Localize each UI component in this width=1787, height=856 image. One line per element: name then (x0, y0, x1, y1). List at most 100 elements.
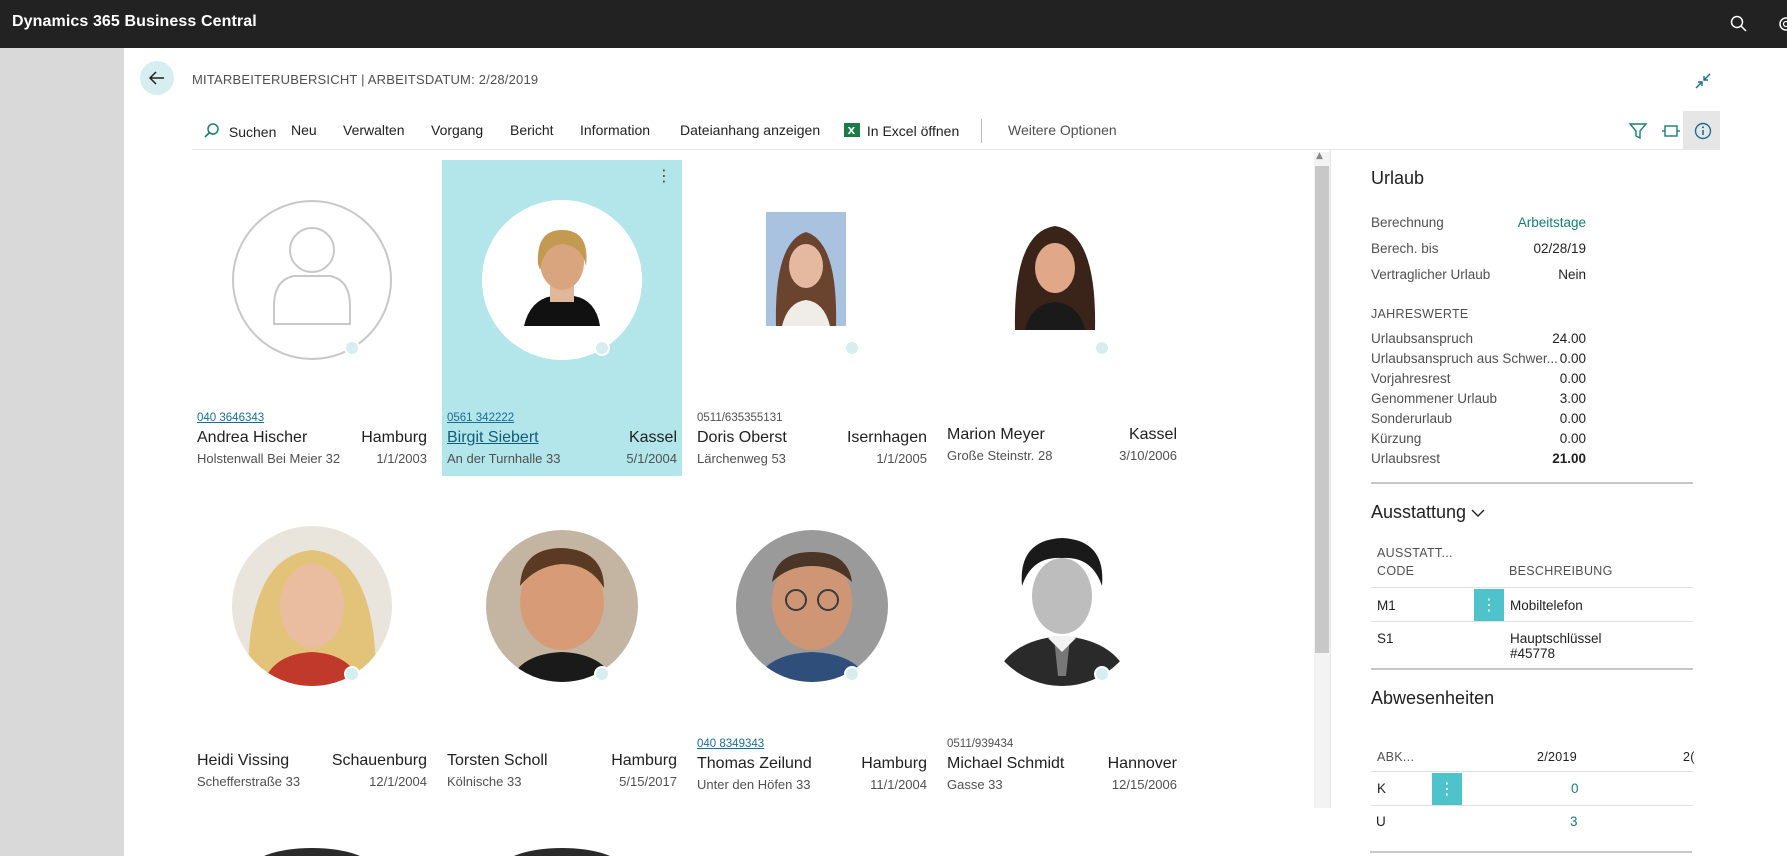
equipment-desc-header[interactable]: BESCHREIBUNG (1509, 562, 1613, 580)
report-action[interactable]: Bericht (510, 122, 554, 138)
avatar (482, 200, 642, 360)
contract-vacation-label: Vertraglicher Urlaub (1371, 267, 1491, 282)
employee-address: Holstenwall Bei Meier 32 (197, 451, 341, 466)
collapse-icon[interactable] (1692, 70, 1714, 92)
calculation-label: Berechnung (1371, 215, 1444, 230)
scrollbar-thumb[interactable] (1315, 166, 1329, 653)
attachments-action[interactable]: Dateianhang anzeigen (680, 122, 820, 138)
row-actions-icon[interactable]: ⋮ (1474, 589, 1504, 621)
information-action[interactable]: Information (580, 122, 650, 138)
employee-card[interactable]: 0511/635355131 Doris Oberst Isernhagen L… (692, 160, 932, 476)
equipment-code-header[interactable]: AUSSTATT... CODE (1377, 544, 1453, 580)
filter-icon[interactable] (1627, 120, 1649, 142)
remaining-value: 21.00 (1552, 451, 1586, 466)
employee-card[interactable]: 0511/939434 Michael Schmidt Hannover Gas… (942, 486, 1182, 802)
app-header-bar: Dynamics 365 Business Central (0, 0, 1787, 48)
layout-icon[interactable] (1660, 120, 1682, 142)
employee-photo (502, 848, 622, 856)
scroll-up-icon[interactable]: ▲ (1316, 151, 1323, 161)
employee-date: 5/1/2004 (626, 451, 677, 466)
employee-card[interactable]: 040 8349343 Thomas Zeilund Hamburg Unter… (692, 486, 932, 802)
vacation-title[interactable]: Urlaub (1371, 168, 1424, 189)
avatar (982, 526, 1142, 686)
employee-phone[interactable]: 0561 342222 (447, 412, 514, 424)
row-actions-icon[interactable]: ⋮ (1432, 773, 1462, 805)
absences-title[interactable]: Abwesenheiten (1371, 688, 1494, 709)
special-leave-label: Sonderurlaub (1371, 411, 1453, 426)
more-options-action[interactable]: Weitere Optionen (1008, 122, 1117, 138)
equipment-code-cell[interactable]: S1 (1377, 631, 1394, 646)
employee-name[interactable]: Birgit Siebert (447, 429, 539, 447)
employee-date: 12/1/2004 (369, 774, 427, 789)
factbox-pane: Urlaub Berechnung Arbeitstage Berech. bi… (1330, 150, 1694, 808)
table-row-line (1371, 805, 1693, 806)
absence-month-header[interactable]: 2/2019 (1537, 748, 1577, 766)
employee-card[interactable]: Torsten Scholl Hamburg Kölnische 33 5/15… (442, 486, 682, 802)
table-header-line (1371, 771, 1693, 772)
employee-card-selected[interactable]: ⋮ 0561 342222 Birgit Siebert Kassel An d… (442, 160, 682, 476)
employee-card[interactable] (692, 812, 932, 856)
employee-city: Hamburg (611, 752, 677, 769)
remaining-label: Urlaubsrest (1371, 451, 1441, 466)
search-icon (204, 123, 219, 138)
absence-abbr-cell[interactable]: U (1376, 814, 1386, 829)
action-separator (981, 119, 982, 143)
page-title: MITARBEITERUBERSICHT | ARBEITSDATUM: 2/2… (192, 72, 539, 87)
equipment-code-cell[interactable]: M1 (1377, 598, 1396, 613)
new-action[interactable]: Neu (291, 122, 317, 138)
employee-photo (736, 530, 888, 682)
employee-address: Schefferstraße 33 (197, 774, 301, 789)
avatar (736, 530, 888, 682)
absence-abbr-cell[interactable]: K (1377, 781, 1386, 796)
process-action[interactable]: Vorgang (431, 122, 483, 138)
more-vertical-icon[interactable]: ⋮ (656, 166, 672, 185)
entitlement-label: Urlaubsanspruch (1371, 331, 1474, 346)
presence-indicator (1094, 340, 1110, 356)
prev-year-rest-label: Vorjahresrest (1371, 371, 1451, 386)
employee-city: Hamburg (861, 755, 927, 772)
absence-value-cell[interactable]: 3 (1570, 814, 1578, 829)
gear-icon[interactable] (1775, 13, 1787, 35)
info-icon[interactable] (1692, 120, 1714, 142)
manage-action[interactable]: Verwalten (343, 122, 404, 138)
search-action[interactable]: Suchen (203, 122, 276, 140)
employee-photo (766, 212, 846, 326)
employee-phone: 0511/939434 (947, 738, 1014, 750)
equipment-desc-cell: Mobiltelefon (1510, 598, 1583, 613)
employee-card[interactable]: 040 3646343 Andrea Hischer Hamburg Holst… (192, 160, 432, 476)
presence-indicator (344, 666, 360, 682)
search-icon[interactable] (1728, 13, 1750, 35)
table-row-line (1371, 621, 1693, 622)
calculation-value[interactable]: Arbeitstage (1518, 215, 1586, 230)
employee-city: Isernhagen (846, 429, 927, 446)
taken-vacation-value: 3.00 (1559, 391, 1586, 406)
reduction-value: 0.00 (1559, 431, 1586, 446)
equipment-code-header-line1: AUSSTATT... (1377, 546, 1453, 560)
section-divider (1371, 668, 1693, 670)
employee-card[interactable] (442, 812, 682, 856)
presence-indicator (344, 340, 360, 356)
excel-label: In Excel öffnen (866, 123, 960, 139)
section-divider (1371, 482, 1693, 484)
presence-indicator (594, 666, 610, 682)
employee-card[interactable] (942, 812, 1182, 856)
equipment-title[interactable]: Ausstattung (1371, 502, 1485, 523)
employee-card[interactable]: Marion Meyer Kassel Große Steinstr. 28 3… (942, 160, 1182, 476)
employee-phone[interactable]: 040 3646343 (197, 412, 264, 424)
employee-card[interactable] (192, 812, 432, 856)
prev-year-rest-value: 0.00 (1559, 371, 1586, 386)
back-button[interactable] (140, 61, 174, 95)
employee-photo (232, 526, 392, 686)
employee-date: 5/15/2017 (619, 774, 677, 789)
equipment-code-header-line2: CODE (1377, 564, 1415, 578)
absence-abbr-header[interactable]: ABK... (1377, 748, 1414, 766)
page-backdrop (0, 48, 124, 856)
absence-month2-header[interactable]: 2( (1683, 748, 1695, 766)
employee-name: Heidi Vissing (197, 752, 290, 769)
person-placeholder-icon (273, 227, 351, 325)
employee-phone[interactable]: 040 8349343 (697, 738, 764, 750)
employee-card[interactable]: Heidi Vissing Schauenburg Schefferstraße… (192, 486, 432, 802)
excel-action[interactable]: X In Excel öffnen (844, 122, 959, 139)
absence-value-cell[interactable]: 0 (1571, 781, 1579, 796)
employee-city: Schauenburg (331, 752, 427, 769)
